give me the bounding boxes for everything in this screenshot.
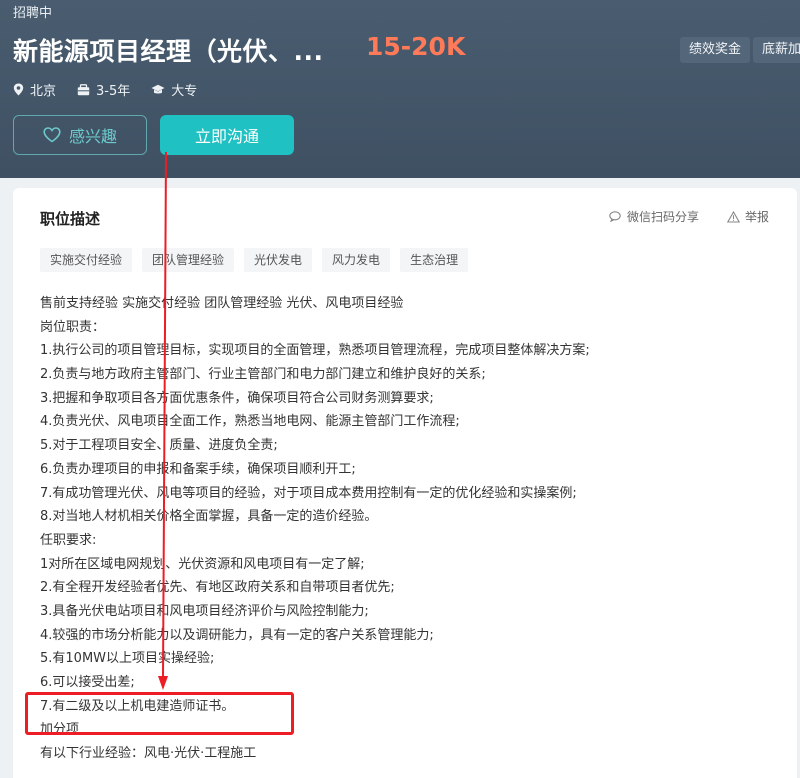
meta-education: 大专 — [151, 80, 197, 99]
description-line: 5.有10MW以上项目实操经验; — [40, 651, 215, 667]
heart-icon — [43, 127, 61, 143]
description-line: 3.具备光伏电站项目和风电项目经济评价与风险控制能力; — [40, 603, 369, 619]
description-line: 任职要求: — [40, 532, 97, 548]
job-description-card: 职位描述 微信扫码分享 举报 实施交付经验 团队管理经验 光伏发电 风力发电 生… — [13, 188, 797, 778]
description-line: 6.负责办理项目的申报和备案手续，确保项目顺利开工; — [40, 461, 356, 477]
description-line: 5.对于工程项目安全、质量、进度负全责; — [40, 438, 278, 454]
job-status: 招聘中 — [13, 6, 53, 21]
meta-experience: 3-5年 — [77, 80, 130, 99]
description-line: 售前支持经验 实施交付经验 团队管理经验 光伏、风电项目经验 — [40, 296, 404, 311]
description-line: 岗位职责： — [40, 319, 106, 335]
meta-location: 北京 — [13, 80, 56, 99]
skill-tag[interactable]: 生态治理 — [400, 248, 469, 272]
job-meta: 北京 3-5年 大专 — [13, 80, 218, 99]
skill-tag[interactable]: 团队管理经验 — [142, 248, 235, 272]
warning-icon — [727, 210, 740, 223]
skill-tag[interactable]: 实施交付经验 — [40, 248, 133, 272]
report-link[interactable]: 举报 — [727, 208, 769, 225]
location-pin-icon — [13, 83, 24, 96]
benefit-tag: 绩效奖金 — [680, 37, 751, 63]
description-line: 4.较强的市场分析能力以及调研能力，具有一定的客户关系管理能力; — [40, 627, 434, 643]
chat-now-label: 立即沟通 — [194, 127, 259, 146]
description-line: 3.把握和争取项目各方面优惠条件，确保项目符合公司财务测算要求; — [40, 390, 434, 406]
salary: 15-20K — [366, 32, 466, 61]
highlight-annotation-box — [25, 692, 294, 735]
wechat-icon — [609, 211, 621, 222]
job-title: 新能源项目经理（光伏、... — [13, 37, 324, 66]
skill-tag[interactable]: 风力发电 — [322, 248, 391, 272]
section-title: 职位描述 — [40, 210, 101, 228]
briefcase-icon — [77, 83, 90, 95]
share-label: 微信扫码分享 — [627, 210, 700, 224]
education-text: 大专 — [171, 84, 198, 99]
interested-button[interactable]: 感兴趣 — [13, 115, 147, 155]
graduation-cap-icon — [151, 84, 165, 93]
description-line: 1对所在区域电网规划、光伏资源和风电项目有一定了解; — [40, 556, 365, 572]
description-line: 有以下行业经验：风电·光伏·工程施工 — [40, 746, 257, 762]
benefit-tag: 底薪加 — [753, 37, 800, 63]
job-header: 招聘中 新能源项目经理（光伏、... 15-20K 绩效奖金 底薪加 北京 3-… — [0, 0, 800, 178]
interested-label: 感兴趣 — [68, 127, 117, 146]
description-line: 8.对当地人材机相关价格全面掌握，具备一定的造价经验。 — [40, 509, 378, 525]
location-text: 北京 — [30, 84, 57, 99]
experience-text: 3-5年 — [96, 84, 131, 99]
chat-now-button[interactable]: 立即沟通 — [160, 115, 294, 155]
report-label: 举报 — [745, 210, 770, 224]
skill-tags: 实施交付经验 团队管理经验 光伏发电 风力发电 生态治理 — [40, 248, 478, 272]
wechat-share-link[interactable]: 微信扫码分享 — [609, 208, 699, 225]
description-line: 4.负责光伏、风电项目全面工作，熟悉当地电网、能源主管部门工作流程; — [40, 414, 460, 430]
description-line: 7.有成功管理光伏、风电等项目的经验，对于项目成本费用控制有一定的优化经验和实操… — [40, 485, 577, 501]
skill-tag[interactable]: 光伏发电 — [244, 248, 313, 272]
description-line: 2.负责与地方政府主管部门、行业主管部门和电力部门建立和维护良好的关系; — [40, 367, 486, 383]
description-line: 1.执行公司的项目管理目标，实现项目的全面管理，熟悉项目管理流程，完成项目整体解… — [40, 343, 590, 359]
description-line: 2.有全程开发经验者优先、有地区政府关系和自带项目者优先; — [40, 580, 395, 596]
